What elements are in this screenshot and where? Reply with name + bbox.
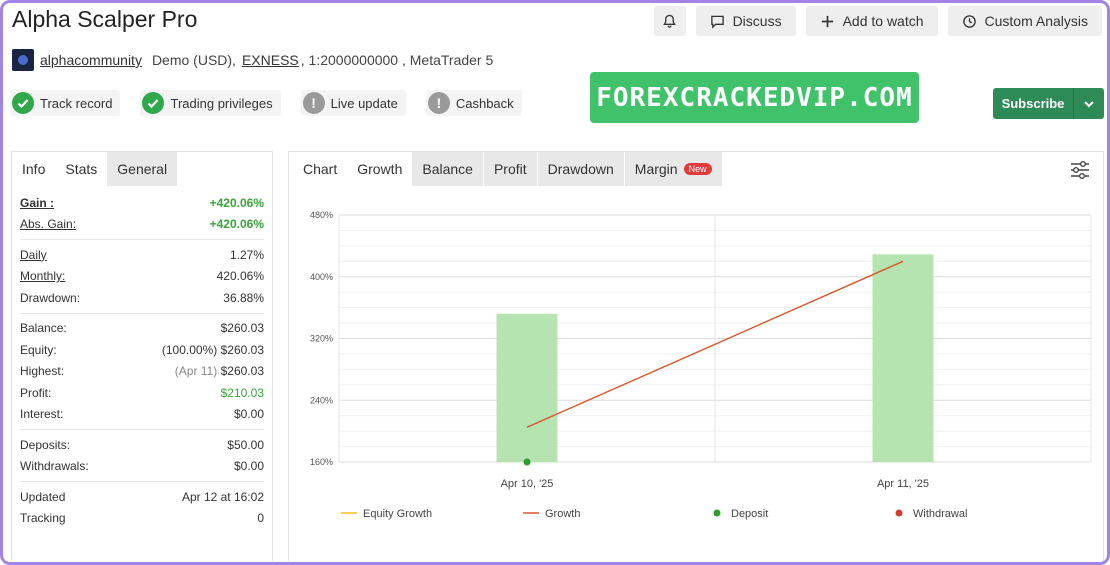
- new-badge: New: [683, 163, 712, 175]
- account-details: , 1:2000000000 , MetaTrader 5: [300, 52, 494, 68]
- legend-swatch: [895, 509, 903, 517]
- bar: [872, 254, 934, 462]
- tab-stats[interactable]: Stats: [55, 152, 107, 186]
- badge-cashback[interactable]: ! Cashback: [425, 90, 522, 116]
- tab-margin-label: Margin: [634, 161, 678, 177]
- tab-balance[interactable]: Balance: [412, 152, 484, 186]
- y-tick-label: 160%: [310, 457, 333, 467]
- tab-margin[interactable]: Margin New: [624, 152, 723, 186]
- plus-icon: [821, 15, 833, 27]
- stat-row-deposits: Deposits: $50.00: [20, 437, 264, 452]
- stat-row-profit: Profit: $210.03: [20, 385, 264, 400]
- chevron-down-icon[interactable]: [1074, 88, 1104, 119]
- custom-analysis-label: Custom Analysis: [984, 13, 1088, 29]
- add-to-watch-label: Add to watch: [842, 13, 924, 29]
- deposit-marker: [523, 458, 531, 466]
- tab-info[interactable]: Info: [12, 152, 55, 186]
- badge-track-record[interactable]: Track record: [10, 90, 121, 116]
- badge-trading-privileges[interactable]: Trading privileges: [140, 90, 281, 116]
- tab-chart[interactable]: Chart: [289, 152, 347, 186]
- check-icon: [12, 92, 34, 114]
- header-actions: Discuss Add to watch Custom Analysis: [653, 6, 1102, 36]
- legend-label: Equity Growth: [363, 508, 432, 520]
- badge-live-update[interactable]: ! Live update: [300, 90, 406, 116]
- avatar[interactable]: [12, 49, 34, 71]
- subscribe-button[interactable]: Subscribe: [993, 88, 1104, 119]
- stats-tabs: Info Stats General: [12, 152, 272, 186]
- add-to-watch-button[interactable]: Add to watch: [805, 6, 938, 36]
- stat-row-daily: Daily 1.27%: [20, 247, 264, 262]
- page-title: Alpha Scalper Pro: [12, 6, 198, 32]
- exclamation-icon: !: [427, 92, 450, 114]
- custom-analysis-button[interactable]: Custom Analysis: [947, 6, 1102, 36]
- discuss-button[interactable]: Discuss: [695, 6, 796, 36]
- comment-icon: [710, 15, 724, 29]
- subscribe-label: Subscribe: [993, 88, 1074, 119]
- stat-row-gain: Gain : +420.06%: [20, 195, 264, 210]
- stat-row-drawdown: Drawdown: 36.88%: [20, 290, 264, 305]
- y-tick-label: 400%: [310, 272, 333, 282]
- legend-label: Withdrawal: [913, 508, 967, 520]
- stat-row-interest: Interest: $0.00: [20, 407, 264, 422]
- stat-row-highest: Highest: (Apr 11) $260.03: [20, 364, 264, 379]
- account-info: alphacommunity Demo (USD), EXNESS , 1:20…: [12, 49, 493, 71]
- check-icon: [142, 92, 165, 114]
- settings-sliders-icon[interactable]: [1069, 159, 1091, 181]
- account-type: Demo (USD),: [151, 52, 236, 68]
- chart-panel: Chart Growth Balance Profit Drawdown Mar…: [288, 151, 1104, 561]
- x-tick-label: Apr 11, '25: [877, 478, 929, 490]
- watermark-banner: FOREXCRACKEDVIP.COM: [590, 72, 919, 123]
- stats-panel: Info Stats General Gain : +420.06% Abs. G…: [11, 151, 273, 561]
- stat-row-equity: Equity: (100.00%) $260.03: [20, 342, 264, 357]
- legend-label: Growth: [545, 508, 580, 520]
- badge-label: Track record: [40, 95, 113, 111]
- bar: [496, 313, 558, 462]
- badge-label: Trading privileges: [170, 95, 273, 111]
- stat-row-withdrawals: Withdrawals: $0.00: [20, 459, 264, 474]
- tab-profit[interactable]: Profit: [483, 152, 538, 186]
- broker-link[interactable]: EXNESS: [242, 52, 299, 68]
- stat-row-balance: Balance: $260.03: [20, 321, 264, 336]
- tab-general[interactable]: General: [107, 152, 178, 186]
- notifications-button[interactable]: [653, 6, 686, 36]
- badge-label: Cashback: [455, 95, 514, 111]
- badge-label: Live update: [330, 95, 398, 111]
- legend-swatch: [713, 509, 721, 517]
- y-tick-label: 320%: [310, 334, 333, 344]
- stat-row-tracking: Tracking 0: [20, 511, 264, 526]
- stat-row-abs-gain: Abs. Gain: +420.06%: [20, 217, 264, 232]
- tab-growth[interactable]: Growth: [347, 152, 412, 186]
- x-tick-label: Apr 10, '25: [501, 478, 554, 490]
- y-tick-label: 240%: [310, 395, 333, 405]
- clock-icon: [962, 14, 976, 28]
- stat-row-monthly: Monthly: 420.06%: [20, 269, 264, 284]
- growth-chart: 480% 400% 320% 240% 160% Apr 10, '25 Apr 11, '…: [310, 210, 1092, 520]
- bell-icon: [663, 14, 676, 28]
- stats-list: Gain : +420.06% Abs. Gain: +420.06% Daily 1…: [12, 186, 272, 533]
- verification-badges: Track record Trading privileges ! Live u…: [10, 90, 522, 116]
- y-tick-label: 480%: [310, 210, 333, 220]
- tab-drawdown[interactable]: Drawdown: [537, 152, 625, 186]
- legend-label: Deposit: [731, 508, 768, 520]
- account-user-link[interactable]: alphacommunity: [40, 52, 142, 68]
- discuss-label: Discuss: [732, 13, 782, 29]
- stat-row-updated: Updated Apr 12 at 16:02: [20, 489, 264, 504]
- exclamation-icon: !: [302, 92, 325, 114]
- chart-tabs: Chart Growth Balance Profit Drawdown Mar…: [289, 152, 1103, 186]
